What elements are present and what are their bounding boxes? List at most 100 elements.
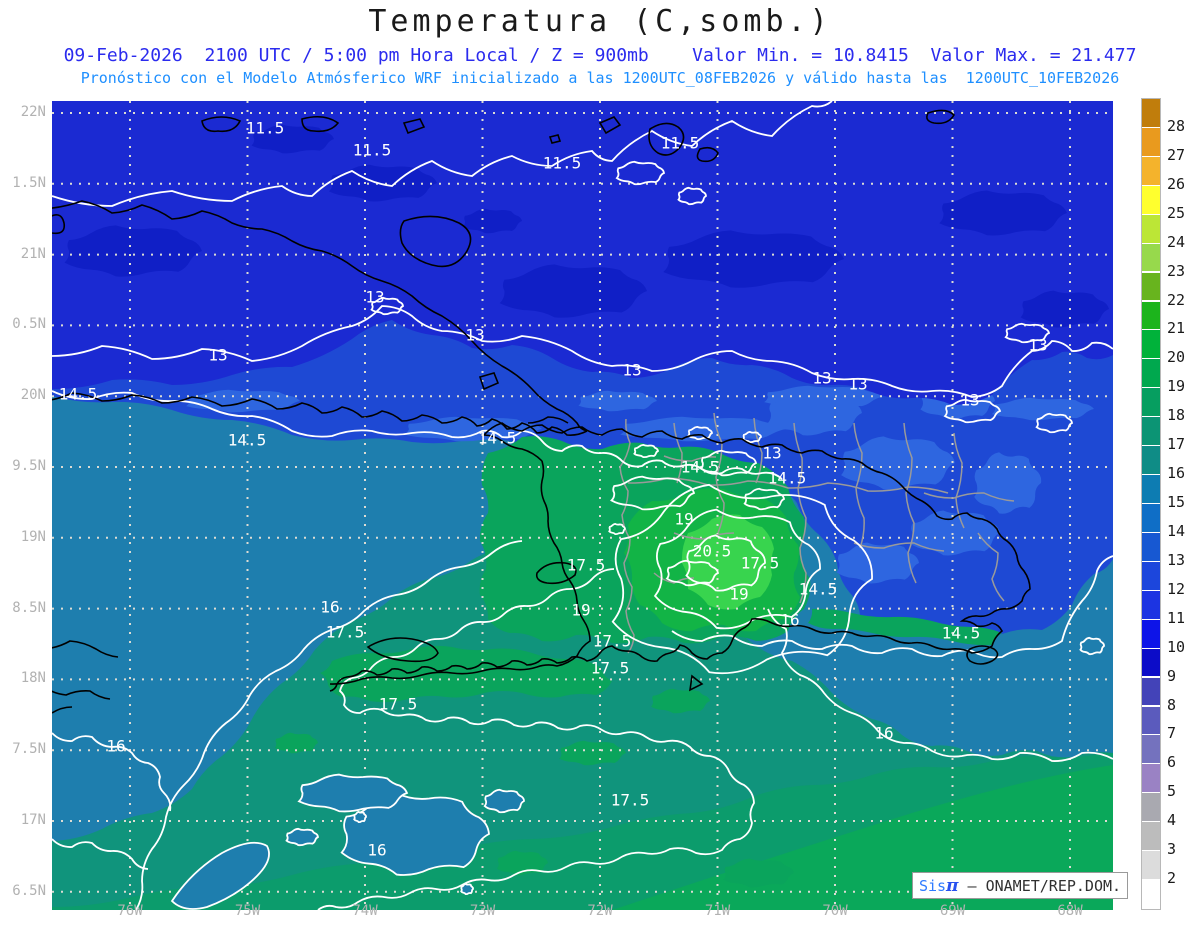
lat-axis-label: 22N	[20, 104, 46, 120]
colorbar-segment	[1142, 301, 1160, 330]
contour-label: 13	[812, 368, 832, 388]
colorbar-segment	[1142, 272, 1160, 301]
colorbar-segment	[1142, 359, 1160, 388]
contour-label: 16	[106, 736, 126, 756]
contour-label: 16	[780, 610, 800, 630]
lon-axis-label: 72W	[587, 903, 613, 919]
colorbar-segment	[1142, 185, 1160, 214]
colorbar-label: 23	[1167, 261, 1186, 280]
contour-label: 13	[848, 374, 868, 394]
colorbar-segment	[1142, 475, 1160, 503]
lat-axis-label: 21N	[20, 245, 46, 262]
colorbar-segment	[1142, 851, 1160, 879]
lon-axis-label: 74W	[352, 903, 378, 919]
colorbar-segment	[1142, 677, 1160, 706]
contour-label: 20.5	[692, 541, 732, 561]
contour-label: 14.5	[798, 579, 838, 599]
colorbar-label: 21	[1167, 319, 1186, 338]
colorbar-segment	[1142, 561, 1160, 590]
colorbar-segment	[1142, 880, 1160, 908]
contour-label: 11.5	[542, 153, 582, 173]
colorbar-label: 8	[1167, 695, 1177, 714]
colorbar-label: 27	[1167, 145, 1186, 164]
contour-label: 13	[762, 443, 782, 463]
colorbar-segment	[1142, 504, 1160, 532]
colorbar-label: 17	[1167, 435, 1186, 454]
colorbar-segment	[1142, 764, 1160, 793]
colorbar-label: 2	[1167, 869, 1177, 888]
colorbar-label: 6	[1167, 753, 1177, 772]
lat-axis-label: 8.5N	[12, 599, 46, 616]
contour-label: 17.5	[592, 631, 632, 651]
lon-axis-label: 75W	[234, 903, 261, 919]
contour-label: 11.5	[245, 118, 285, 138]
colorbar-segment	[1142, 99, 1160, 127]
lat-axis-label: 19N	[20, 528, 46, 545]
contour-label: 16	[874, 723, 894, 743]
colorbar-segment	[1142, 330, 1160, 359]
colorbar-segment	[1142, 156, 1160, 185]
colorbar-segment	[1142, 243, 1160, 272]
colorbar-label: 5	[1167, 782, 1177, 801]
colorbar-label: 3	[1167, 840, 1177, 859]
colorbar-segment	[1142, 735, 1160, 764]
lon-axis-label: 76W	[117, 903, 143, 919]
contour-label: 13	[365, 287, 385, 307]
header-datetime-minmax: 09-Feb-2026 2100 UTC / 5:00 pm Hora Loca…	[63, 45, 1137, 66]
contour-label: 14.5	[680, 457, 720, 477]
colorbar-label: 4	[1167, 811, 1177, 830]
lon-axis-label: 73W	[469, 903, 496, 919]
colorbar-label: 20	[1167, 348, 1186, 367]
colorbar-label: 12	[1167, 579, 1186, 598]
colorbar-label: 26	[1167, 174, 1186, 193]
colorbar-segment	[1142, 127, 1160, 156]
credit-box: Sis π — ONAMET/REP.DOM.	[912, 872, 1128, 899]
colorbar-label: 16	[1167, 464, 1186, 483]
colorbar-segment	[1142, 619, 1160, 648]
colorbar-label: 24	[1167, 232, 1186, 251]
contour-label: 17.5	[378, 694, 418, 714]
colorbar-segment	[1142, 532, 1160, 561]
colorbar-label: 22	[1167, 290, 1186, 309]
page-title: Temperatura (C,somb.)	[368, 4, 832, 39]
colorbar-label: 11	[1167, 608, 1186, 627]
colorbar-segment	[1142, 417, 1160, 446]
lat-axis-label: 1.5N	[12, 174, 46, 191]
pi-logo: π	[946, 875, 959, 896]
contour-label: 13	[1028, 335, 1048, 355]
lon-axis-label: 70W	[822, 903, 848, 919]
contour-label: 17.5	[590, 658, 630, 678]
colorbar-label: 19	[1167, 377, 1186, 396]
contour-label: 17.5	[325, 622, 365, 642]
lat-axis-label: 17N	[20, 812, 46, 828]
colorbar-label: 13	[1167, 550, 1186, 569]
credit-text: — ONAMET/REP.DOM.	[958, 876, 1122, 895]
contour-label: 17.5	[610, 790, 650, 810]
lat-axis-label: 18N	[20, 670, 46, 687]
contour-label: 19	[729, 584, 749, 604]
contour-label: 13	[622, 360, 642, 380]
weather-map: 11.5 11.5 11.5 11.5 13 13 13 13 13 13 13 13 13 14.5 14…	[52, 101, 1113, 910]
colorbar-segment	[1142, 446, 1160, 474]
colorbar-label: 14	[1167, 521, 1186, 540]
header-model-info: Pronóstico con el Modelo Atmósferico WRF…	[80, 69, 1120, 87]
sis-brand: Sis	[918, 876, 947, 895]
lon-axis-label: 69W	[939, 903, 966, 919]
colorbar-segment	[1142, 388, 1160, 417]
contour-label: 14.5	[767, 468, 807, 488]
contour-label: 17.5	[740, 553, 780, 573]
colorbar-label: 18	[1167, 406, 1186, 425]
colorbar-segment	[1142, 793, 1160, 822]
contour-label: 19	[571, 600, 591, 620]
lat-axis-label: 6.5N	[12, 882, 46, 899]
contour-label: 13	[208, 345, 228, 365]
colorbar-segment	[1142, 214, 1160, 243]
lat-axis-label: 20N	[20, 387, 46, 404]
colorbar: 28 27 26 25 24 23 22 21 20 19 18 17 16 15 14 13 12 11 10 9 8…	[1141, 98, 1200, 910]
contour-label: 19	[674, 509, 694, 529]
contour-label: 13	[465, 325, 485, 345]
colorbar-label: 10	[1167, 637, 1186, 656]
contour-label: 16	[367, 840, 387, 860]
lat-axis-label: 0.5N	[12, 316, 46, 333]
colorbar-segment	[1142, 590, 1160, 619]
